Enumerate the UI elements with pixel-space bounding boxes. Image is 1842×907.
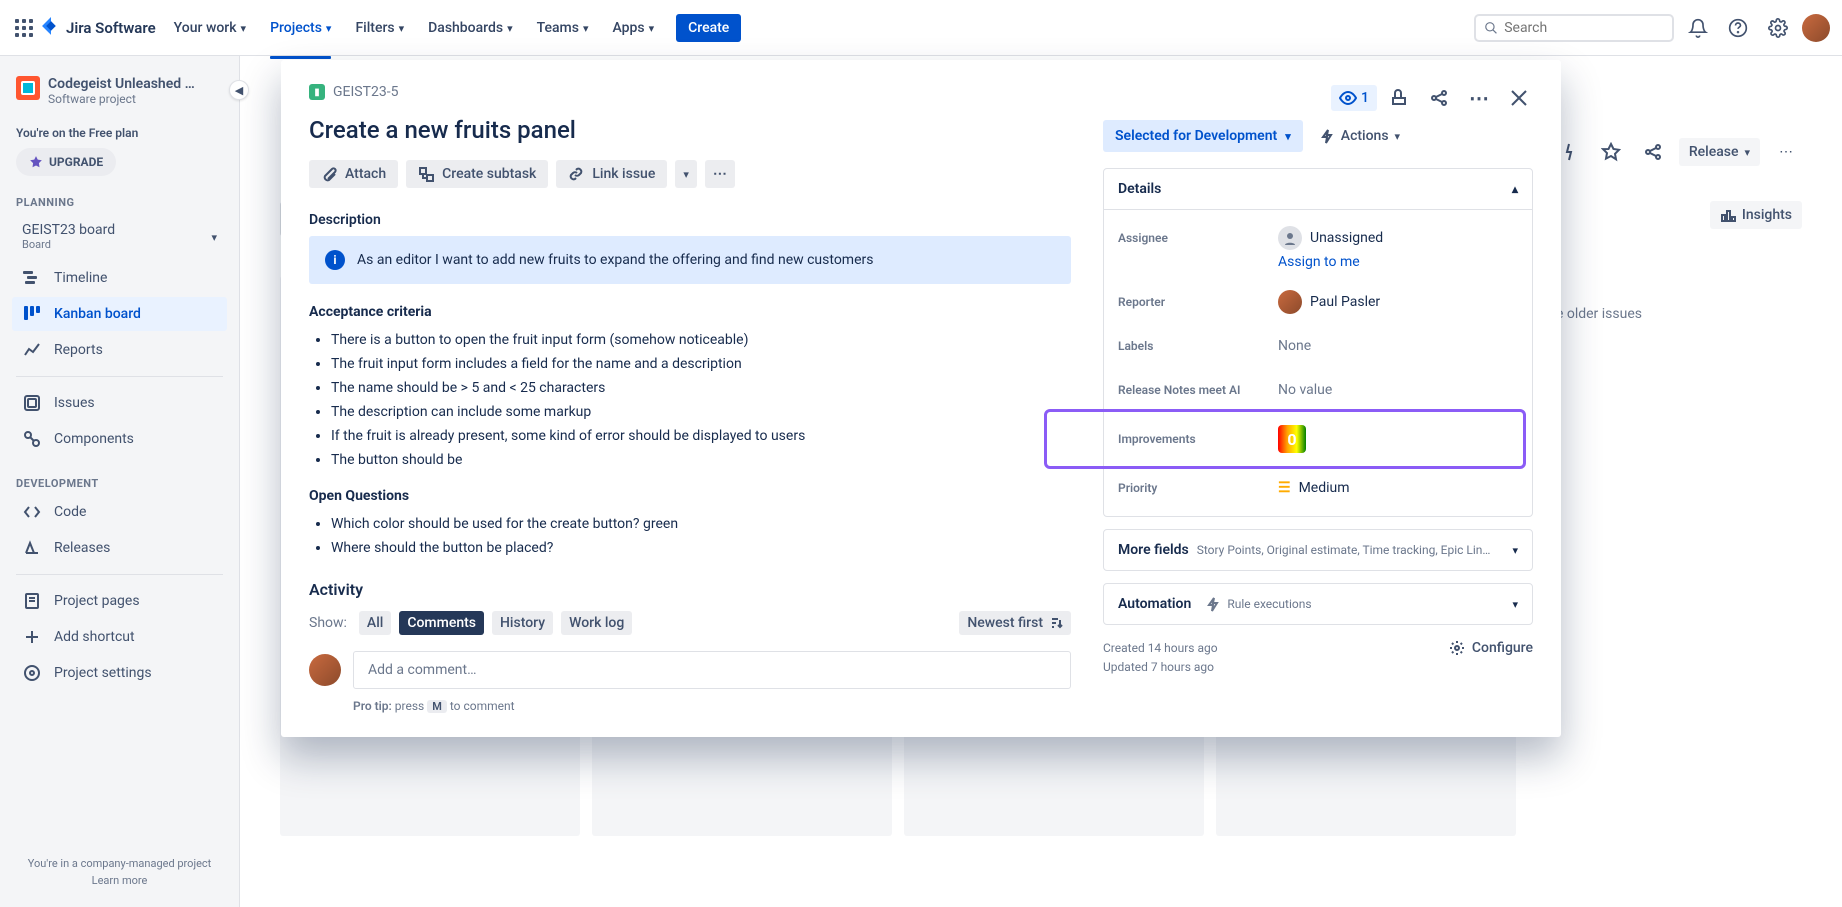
add-more-button[interactable]: ⋯ — [705, 160, 735, 188]
top-nav: Jira Software Your work Projects Filters… — [0, 0, 1842, 56]
list-item: There is a button to open the fruit inpu… — [331, 328, 1071, 352]
chevron-down-icon — [1512, 542, 1518, 558]
nav-menus: Your work Projects Filters Dashboards Te… — [164, 14, 742, 42]
search-input[interactable] — [1504, 20, 1664, 36]
settings-icon[interactable] — [1762, 12, 1794, 44]
share-icon[interactable] — [1421, 80, 1457, 116]
highlight-annotation: Improvements 0 — [1044, 409, 1526, 469]
automation-panel[interactable]: Automation Rule executions — [1103, 583, 1533, 625]
unassigned-avatar-icon — [1278, 226, 1302, 250]
issue-modal-backdrop: 1 ⋯ ▮ GEIST23-5 Create a new fruits pane… — [0, 56, 1842, 907]
show-label: Show: — [309, 615, 347, 631]
description-label: Description — [309, 212, 1071, 228]
profile-avatar[interactable] — [1802, 14, 1830, 42]
attach-button[interactable]: Attach — [309, 160, 398, 188]
details-panel: Details Assignee Unassigned Assign to me… — [1103, 168, 1533, 517]
notifications-icon[interactable] — [1682, 12, 1714, 44]
sort-icon — [1049, 616, 1063, 630]
more-fields-panel[interactable]: More fields Story Points, Original estim… — [1103, 529, 1533, 571]
issue-modal: 1 ⋯ ▮ GEIST23-5 Create a new fruits pane… — [281, 60, 1561, 737]
field-labels[interactable]: Labels None — [1104, 324, 1532, 368]
status-dropdown[interactable]: Selected for Development — [1103, 120, 1303, 152]
link-issue-button[interactable]: Link issue — [556, 160, 667, 188]
field-release-notes-ai[interactable]: Release Notes meet AI No value — [1104, 368, 1532, 412]
tab-all[interactable]: All — [359, 611, 391, 635]
story-icon: ▮ — [309, 84, 325, 100]
kbd-m: M — [427, 700, 447, 713]
menu-projects[interactable]: Projects — [260, 14, 341, 42]
chevron-down-icon — [1285, 128, 1291, 144]
priority-medium-icon: ☰ — [1278, 480, 1291, 496]
field-improvements[interactable]: Improvements 0 — [1104, 415, 1523, 463]
menu-dashboards[interactable]: Dashboards — [418, 14, 522, 42]
info-panel[interactable]: i As an editor I want to add new fruits … — [309, 236, 1071, 284]
global-search[interactable] — [1474, 14, 1674, 42]
details-header[interactable]: Details — [1104, 169, 1532, 210]
list-item: The name should be > 5 and < 25 characte… — [331, 376, 1071, 400]
attach-icon — [321, 166, 337, 182]
gear-icon — [1448, 639, 1466, 657]
create-subtask-button[interactable]: Create subtask — [406, 160, 548, 188]
pro-tip: Pro tip: press M to comment — [353, 699, 1071, 713]
actions-dropdown[interactable]: Actions — [1315, 122, 1404, 150]
field-reporter[interactable]: Reporter Paul Pasler — [1104, 280, 1532, 324]
comment-input[interactable]: Add a comment… — [353, 651, 1071, 689]
jira-logo[interactable]: Jira Software — [40, 17, 156, 39]
help-icon[interactable] — [1722, 12, 1754, 44]
tab-history[interactable]: History — [492, 611, 553, 635]
list-item: The button should be — [331, 448, 1071, 472]
bolt-icon — [1319, 128, 1335, 144]
vote-icon[interactable] — [1381, 80, 1417, 116]
menu-apps[interactable]: Apps — [602, 14, 664, 42]
acceptance-list[interactable]: There is a button to open the fruit inpu… — [309, 328, 1071, 472]
app-switcher-icon[interactable] — [12, 16, 36, 40]
configure-button[interactable]: Configure — [1448, 639, 1533, 657]
tab-comments[interactable]: Comments — [399, 611, 484, 635]
acceptance-label: Acceptance criteria — [309, 304, 1071, 320]
link-dropdown-button[interactable] — [675, 160, 697, 188]
updated-date: Updated 7 hours ago — [1103, 658, 1218, 677]
list-item: Where should the button be placed? — [331, 536, 1071, 560]
watch-button[interactable]: 1 — [1331, 85, 1377, 111]
menu-filters[interactable]: Filters — [345, 14, 414, 42]
issue-title[interactable]: Create a new fruits panel — [309, 116, 1071, 144]
list-item: Which color should be used for the creat… — [331, 512, 1071, 536]
sort-newest-button[interactable]: Newest first — [959, 611, 1071, 635]
reporter-avatar — [1278, 290, 1302, 314]
more-actions-icon[interactable]: ⋯ — [1461, 80, 1497, 116]
close-icon[interactable] — [1501, 80, 1537, 116]
issue-key-link[interactable]: GEIST23-5 — [333, 84, 398, 100]
menu-your-work[interactable]: Your work — [164, 14, 256, 42]
tab-worklog[interactable]: Work log — [561, 611, 632, 635]
subtask-icon — [418, 166, 434, 182]
improvements-icon: 0 — [1278, 425, 1306, 453]
open-questions-list[interactable]: Which color should be used for the creat… — [309, 512, 1071, 560]
link-icon — [568, 166, 584, 182]
info-text: As an editor I want to add new fruits to… — [357, 252, 873, 268]
info-icon: i — [325, 250, 345, 270]
search-icon — [1484, 20, 1498, 36]
open-questions-label: Open Questions — [309, 488, 1071, 504]
list-item: If the fruit is already present, some ki… — [331, 424, 1071, 448]
activity-label: Activity — [309, 580, 1071, 599]
create-button[interactable]: Create — [676, 14, 741, 42]
menu-teams[interactable]: Teams — [527, 14, 599, 42]
created-date: Created 14 hours ago — [1103, 639, 1218, 658]
chevron-up-icon — [1512, 181, 1518, 197]
list-item: The fruit input form includes a field fo… — [331, 352, 1071, 376]
bolt-icon — [1205, 596, 1221, 612]
chevron-down-icon — [1512, 596, 1518, 612]
field-priority[interactable]: Priority ☰ Medium — [1104, 466, 1532, 510]
user-avatar — [309, 654, 341, 686]
watch-icon — [1339, 89, 1357, 107]
assign-to-me-link[interactable]: Assign to me — [1104, 254, 1532, 280]
logo-text: Jira Software — [66, 19, 156, 37]
list-item: The description can include some markup — [331, 400, 1071, 424]
